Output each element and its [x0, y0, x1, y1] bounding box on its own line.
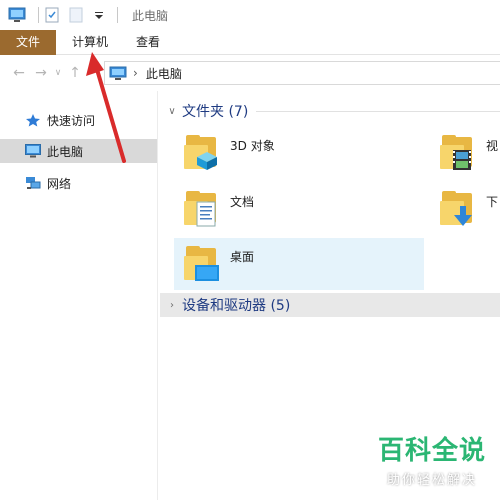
tab-computer[interactable]: 计算机	[62, 30, 118, 55]
new-folder-icon[interactable]	[69, 7, 87, 23]
documents-icon	[184, 191, 220, 227]
folder-tile-videos[interactable]: 视	[430, 127, 500, 179]
desktop-icon	[184, 246, 220, 282]
back-arrow-icon[interactable]: ←	[8, 65, 30, 81]
folder-label: 视	[486, 139, 499, 153]
computer-icon	[109, 65, 127, 81]
watermark-subtitle: 助你轻松解决	[386, 473, 477, 488]
watermark-logo: 百科全说 助你轻松解决	[378, 430, 486, 488]
nav-item-network[interactable]: 网络	[0, 171, 157, 195]
videos-icon	[440, 135, 476, 171]
tab-view[interactable]: 查看	[124, 30, 172, 55]
group-title: 文件夹 (7)	[182, 104, 249, 120]
network-icon	[25, 176, 41, 190]
folders-group-header[interactable]: ∨ 文件夹 (7)	[164, 99, 500, 123]
computer-icon[interactable]	[8, 7, 26, 23]
nav-item-this-pc[interactable]: 此电脑	[0, 139, 157, 163]
window-title: 此电脑	[132, 8, 169, 23]
folder-label: 桌面	[230, 250, 255, 264]
divider	[38, 7, 39, 23]
folder-label: 文档	[230, 195, 255, 209]
downloads-icon	[440, 191, 476, 227]
navigation-pane: 快速访问 此电脑 网络	[0, 91, 158, 500]
watermark-title: 百科全说	[377, 436, 486, 466]
folder-tile-desktop[interactable]: 桌面	[174, 238, 424, 290]
divider	[256, 110, 500, 112]
tab-file[interactable]: 文件	[0, 30, 56, 55]
customize-dropdown-icon[interactable]	[93, 7, 105, 23]
folder-label: 3D 对象	[230, 139, 275, 153]
computer-icon	[25, 144, 41, 158]
folder-tile-downloads[interactable]: 下	[430, 183, 500, 235]
ribbon-tabs: 文件 计算机 查看	[0, 30, 500, 55]
breadcrumb-separator: ›	[133, 66, 138, 80]
folder-tile-documents[interactable]: 文档	[174, 183, 424, 235]
divider	[117, 7, 118, 23]
address-input[interactable]: › 此电脑	[104, 61, 500, 85]
nav-item-label: 网络	[47, 176, 72, 191]
forward-arrow-icon[interactable]: →	[30, 65, 52, 81]
3d-objects-icon	[184, 135, 220, 171]
star-icon	[25, 113, 41, 127]
title-bar: 此电脑	[0, 0, 500, 30]
nav-item-quick-access[interactable]: 快速访问	[0, 108, 157, 132]
chevron-down-icon[interactable]: ∨	[164, 106, 180, 117]
properties-icon[interactable]	[45, 7, 63, 23]
recent-dropdown-icon[interactable]: ∨	[52, 68, 64, 78]
folder-label: 下	[486, 195, 499, 209]
group-title: 设备和驱动器 (5)	[182, 298, 291, 314]
nav-item-label: 快速访问	[47, 113, 96, 128]
folder-tile-3d-objects[interactable]: 3D 对象	[174, 127, 424, 179]
devices-group-header[interactable]: › 设备和驱动器 (5)	[160, 293, 500, 317]
nav-item-label: 此电脑	[47, 144, 84, 159]
up-arrow-icon[interactable]: ↑	[64, 65, 86, 81]
chevron-right-icon[interactable]: ›	[164, 300, 180, 311]
address-bar: ← → ∨ ↑ › 此电脑	[0, 55, 500, 91]
breadcrumb-location[interactable]: 此电脑	[146, 65, 182, 82]
